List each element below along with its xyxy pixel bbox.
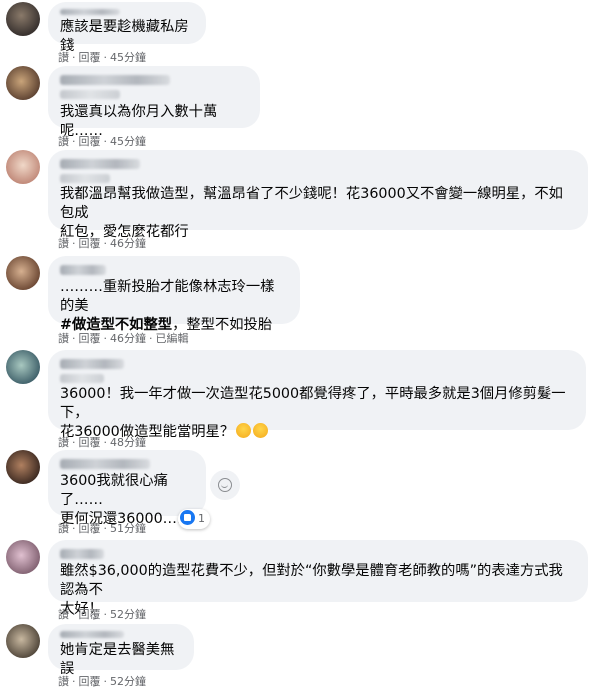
avatar[interactable] — [6, 2, 40, 36]
timestamp[interactable]: 51分鐘 — [110, 520, 146, 536]
like-link[interactable]: 讃 — [58, 434, 69, 450]
blurred-username-secondary — [60, 374, 104, 383]
comment-text: 我都溫昂幫我做造型，幫溫昂省了不少錢呢！花36000又不會變一線明星，不如包成 — [60, 186, 563, 221]
comment-text: 36000！我一年才做一次造型花5000都覺得疼了，平時最多就是3個月修剪髮一下… — [60, 386, 566, 421]
comment-bubble: 36000！我一年才做一次造型花5000都覺得疼了，平時最多就是3個月修剪髮一下… — [48, 350, 586, 440]
blurred-username-secondary — [60, 90, 120, 99]
comment-actions: 讃 · 回覆 · 48分鐘 — [58, 434, 146, 450]
reply-link[interactable]: 回覆 — [79, 49, 101, 65]
like-reaction-icon — [180, 510, 195, 525]
blurred-username[interactable] — [60, 459, 150, 469]
comment-actions: 讃 · 回覆 · 51分鐘 — [58, 520, 146, 536]
reply-link[interactable]: 回覆 — [79, 434, 101, 450]
like-link[interactable]: 讃 — [58, 673, 69, 689]
laughing-emoji-icon — [253, 423, 269, 438]
comment-bubble: 3600我就很心痛了…… 更何況還36000…… — [48, 450, 206, 527]
comment-actions: 讃 · 回覆 · 52分鐘 — [58, 673, 146, 689]
avatar[interactable] — [6, 450, 40, 484]
timestamp[interactable]: 45分鐘 — [110, 133, 146, 149]
timestamp[interactable]: 48分鐘 — [110, 434, 146, 450]
blurred-username-secondary — [60, 174, 110, 183]
like-link[interactable]: 讃 — [58, 49, 69, 65]
reply-link[interactable]: 回覆 — [79, 330, 101, 346]
timestamp[interactable]: 46分鐘 — [110, 330, 146, 346]
reaction-summary[interactable]: 1 — [178, 509, 210, 529]
comment-bubble: 她肯定是去醫美無誤 — [48, 624, 194, 677]
blurred-username[interactable] — [60, 359, 124, 369]
avatar[interactable] — [6, 256, 40, 290]
comment-bubble: 我都溫昂幫我做造型，幫溫昂省了不少錢呢！花36000又不會變一線明星，不如包成 … — [48, 150, 588, 240]
blurred-username[interactable] — [60, 631, 124, 638]
avatar[interactable] — [6, 624, 40, 658]
timestamp[interactable]: 52分鐘 — [110, 673, 146, 689]
like-link[interactable]: 讃 — [58, 606, 69, 622]
comment-bubble: 我還真以為你月入數十萬呢…… — [48, 66, 260, 139]
avatar[interactable] — [6, 66, 40, 100]
reply-link[interactable]: 回覆 — [79, 133, 101, 149]
comment-actions: 讃 · 回覆 · 46分鐘 · 已編輯 — [58, 330, 189, 346]
comment-actions: 讃 · 回覆 · 46分鐘 — [58, 235, 146, 251]
blurred-username[interactable] — [60, 75, 170, 85]
like-link[interactable]: 讃 — [58, 520, 69, 536]
avatar[interactable] — [6, 150, 40, 184]
reply-link[interactable]: 回覆 — [79, 673, 101, 689]
blurred-username[interactable] — [60, 549, 104, 559]
reply-link[interactable]: 回覆 — [79, 520, 101, 536]
comment-bubble: ………重新投胎才能像林志玲一樣的美 #做造型不如整型，整型不如投胎 — [48, 256, 300, 333]
comment-bubble: 雖然$36,000的造型花費不少，但對於“你數學是體育老師教的嗎”的表達方式我認… — [48, 540, 588, 617]
comment-text: 雖然$36,000的造型花費不少，但對於“你數學是體育老師教的嗎”的表達方式我認… — [60, 563, 563, 598]
blurred-username[interactable] — [60, 265, 106, 275]
timestamp[interactable]: 46分鐘 — [110, 235, 146, 251]
like-link[interactable]: 讃 — [58, 235, 69, 251]
sweat-smile-emoji-icon — [236, 423, 252, 438]
blurred-username[interactable] — [60, 9, 120, 15]
add-reaction-icon[interactable] — [210, 470, 240, 500]
comment-actions: 讃 · 回覆 · 52分鐘 — [58, 606, 146, 622]
comment-bubble: 應該是要趁機藏私房錢 — [48, 2, 206, 54]
edited-label[interactable]: 已編輯 — [156, 330, 189, 346]
avatar[interactable] — [6, 350, 40, 384]
reply-link[interactable]: 回覆 — [79, 235, 101, 251]
like-link[interactable]: 讃 — [58, 330, 69, 346]
comment-text: 3600我就很心痛了…… — [60, 473, 168, 508]
comment-actions: 讃 · 回覆 · 45分鐘 — [58, 49, 146, 65]
like-link[interactable]: 讃 — [58, 133, 69, 149]
comment-actions: 讃 · 回覆 · 45分鐘 — [58, 133, 146, 149]
reply-link[interactable]: 回覆 — [79, 606, 101, 622]
avatar[interactable] — [6, 540, 40, 574]
blurred-username[interactable] — [60, 159, 140, 169]
timestamp[interactable]: 52分鐘 — [110, 606, 146, 622]
timestamp[interactable]: 45分鐘 — [110, 49, 146, 65]
comment-text: ………重新投胎才能像林志玲一樣的美 — [60, 279, 275, 314]
reaction-count: 1 — [198, 512, 205, 525]
